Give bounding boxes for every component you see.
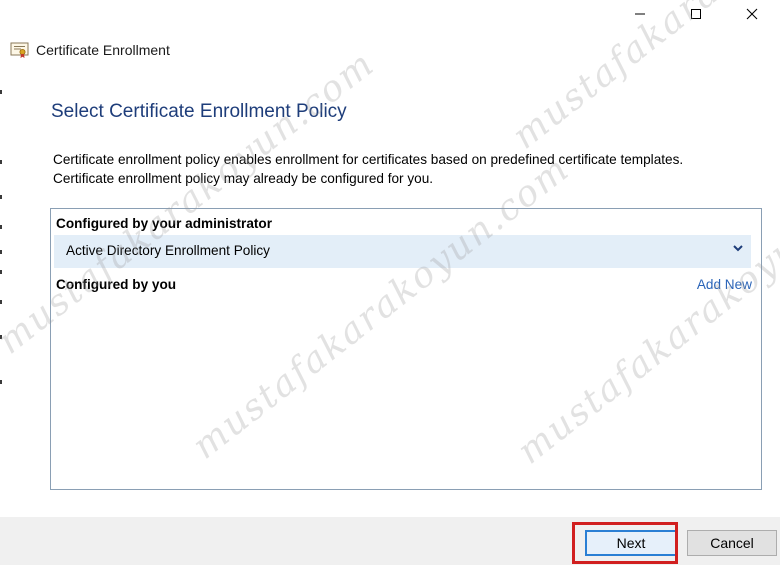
page-description: Certificate enrollment policy enables en… [53, 150, 773, 188]
minimize-button[interactable] [612, 0, 668, 28]
minimize-icon [635, 13, 645, 15]
certificate-icon [10, 42, 29, 58]
policy-item-label: Active Directory Enrollment Policy [66, 243, 270, 258]
cancel-button[interactable]: Cancel [687, 530, 777, 556]
maximize-button[interactable] [668, 0, 724, 28]
policy-item-active-directory[interactable]: Active Directory Enrollment Policy [54, 235, 751, 268]
maximize-icon [691, 9, 701, 19]
admin-group-header: Configured by your administrator [56, 216, 273, 231]
add-new-link[interactable]: Add New [697, 277, 752, 292]
chevron-down-icon[interactable] [731, 241, 745, 255]
page-heading: Select Certificate Enrollment Policy [51, 101, 347, 122]
next-button[interactable]: Next [585, 530, 677, 556]
user-group-header: Configured by you [56, 277, 177, 292]
window-title: Certificate Enrollment [10, 40, 170, 60]
enrollment-policy-list: Configured by your administrator Active … [50, 208, 762, 490]
window-controls [612, 0, 780, 28]
close-button[interactable] [724, 0, 780, 28]
description-line-1: Certificate enrollment policy enables en… [53, 152, 684, 167]
window-title-text: Certificate Enrollment [36, 42, 170, 58]
description-line-2: Certificate enrollment policy may alread… [53, 171, 434, 186]
close-icon [746, 8, 758, 20]
background-window-edge [0, 0, 3, 565]
